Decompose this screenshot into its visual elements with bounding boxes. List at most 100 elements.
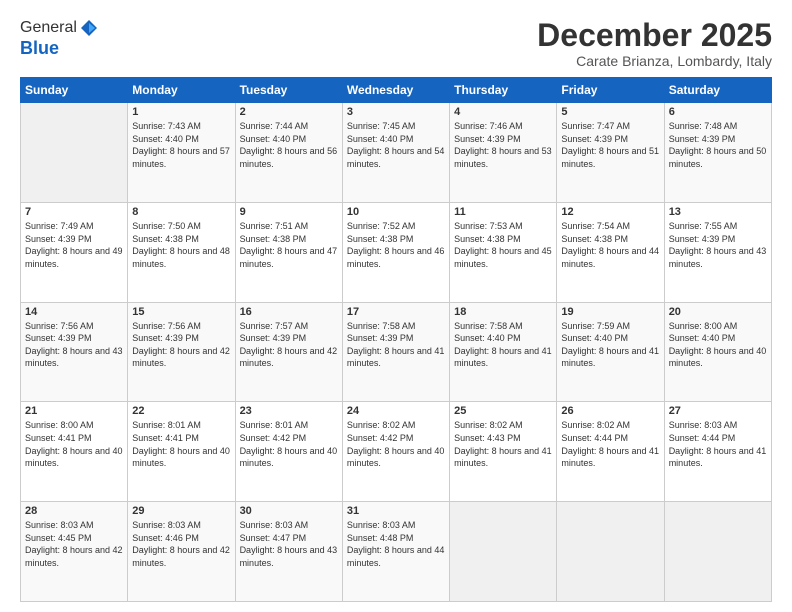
calendar-cell: 4 Sunrise: 7:46 AM Sunset: 4:39 PM Dayli…: [450, 103, 557, 203]
col-header-saturday: Saturday: [664, 78, 771, 103]
day-info: Sunrise: 7:52 AM Sunset: 4:38 PM Dayligh…: [347, 220, 445, 270]
calendar-cell: 3 Sunrise: 7:45 AM Sunset: 4:40 PM Dayli…: [342, 103, 449, 203]
sunset-text: Sunset: 4:45 PM: [25, 533, 92, 543]
sunset-text: Sunset: 4:39 PM: [454, 134, 521, 144]
day-number: 20: [669, 306, 767, 318]
sunrise-text: Sunrise: 8:00 AM: [25, 420, 94, 430]
calendar-cell: 20 Sunrise: 8:00 AM Sunset: 4:40 PM Dayl…: [664, 302, 771, 402]
sunrise-text: Sunrise: 8:03 AM: [669, 420, 738, 430]
day-number: 4: [454, 106, 552, 118]
daylight-text: Daylight: 8 hours and 41 minutes.: [454, 346, 552, 369]
day-number: 9: [240, 206, 338, 218]
logo-icon: [79, 18, 99, 38]
calendar-cell: 26 Sunrise: 8:02 AM Sunset: 4:44 PM Dayl…: [557, 402, 664, 502]
sunset-text: Sunset: 4:39 PM: [25, 234, 92, 244]
daylight-text: Daylight: 8 hours and 50 minutes.: [669, 146, 767, 169]
sunrise-text: Sunrise: 7:44 AM: [240, 121, 309, 131]
sunrise-text: Sunrise: 7:56 AM: [132, 321, 201, 331]
daylight-text: Daylight: 8 hours and 53 minutes.: [454, 146, 552, 169]
daylight-text: Daylight: 8 hours and 43 minutes.: [669, 246, 767, 269]
calendar-cell: [557, 502, 664, 602]
calendar-cell: 30 Sunrise: 8:03 AM Sunset: 4:47 PM Dayl…: [235, 502, 342, 602]
sunrise-text: Sunrise: 7:56 AM: [25, 321, 94, 331]
sunset-text: Sunset: 4:39 PM: [132, 333, 199, 343]
sunrise-text: Sunrise: 7:52 AM: [347, 221, 416, 231]
sunset-text: Sunset: 4:46 PM: [132, 533, 199, 543]
day-info: Sunrise: 8:03 AM Sunset: 4:47 PM Dayligh…: [240, 519, 338, 569]
calendar-cell: [21, 103, 128, 203]
calendar-cell: 9 Sunrise: 7:51 AM Sunset: 4:38 PM Dayli…: [235, 202, 342, 302]
day-number: 19: [561, 306, 659, 318]
day-info: Sunrise: 7:51 AM Sunset: 4:38 PM Dayligh…: [240, 220, 338, 270]
calendar-cell: 16 Sunrise: 7:57 AM Sunset: 4:39 PM Dayl…: [235, 302, 342, 402]
daylight-text: Daylight: 8 hours and 41 minutes.: [669, 446, 767, 469]
day-info: Sunrise: 8:02 AM Sunset: 4:43 PM Dayligh…: [454, 419, 552, 469]
day-number: 22: [132, 405, 230, 417]
col-header-monday: Monday: [128, 78, 235, 103]
calendar-cell: 29 Sunrise: 8:03 AM Sunset: 4:46 PM Dayl…: [128, 502, 235, 602]
sunrise-text: Sunrise: 8:03 AM: [347, 520, 416, 530]
day-info: Sunrise: 7:49 AM Sunset: 4:39 PM Dayligh…: [25, 220, 123, 270]
day-number: 17: [347, 306, 445, 318]
calendar-week-row: 7 Sunrise: 7:49 AM Sunset: 4:39 PM Dayli…: [21, 202, 772, 302]
sunset-text: Sunset: 4:40 PM: [347, 134, 414, 144]
day-info: Sunrise: 8:02 AM Sunset: 4:44 PM Dayligh…: [561, 419, 659, 469]
daylight-text: Daylight: 8 hours and 44 minutes.: [561, 246, 659, 269]
day-number: 27: [669, 405, 767, 417]
daylight-text: Daylight: 8 hours and 40 minutes.: [347, 446, 445, 469]
daylight-text: Daylight: 8 hours and 54 minutes.: [347, 146, 445, 169]
day-number: 28: [25, 505, 123, 517]
sunrise-text: Sunrise: 7:48 AM: [669, 121, 738, 131]
daylight-text: Daylight: 8 hours and 40 minutes.: [669, 346, 767, 369]
sunrise-text: Sunrise: 7:51 AM: [240, 221, 309, 231]
sunrise-text: Sunrise: 7:43 AM: [132, 121, 201, 131]
month-title: December 2025: [537, 18, 772, 53]
day-number: 15: [132, 306, 230, 318]
page: General Blue December 2025 Carate Brianz…: [0, 0, 792, 612]
day-number: 30: [240, 505, 338, 517]
sunrise-text: Sunrise: 7:57 AM: [240, 321, 309, 331]
day-number: 1: [132, 106, 230, 118]
sunrise-text: Sunrise: 8:03 AM: [132, 520, 201, 530]
day-info: Sunrise: 7:46 AM Sunset: 4:39 PM Dayligh…: [454, 120, 552, 170]
daylight-text: Daylight: 8 hours and 48 minutes.: [132, 246, 230, 269]
daylight-text: Daylight: 8 hours and 47 minutes.: [240, 246, 338, 269]
sunset-text: Sunset: 4:41 PM: [132, 433, 199, 443]
daylight-text: Daylight: 8 hours and 51 minutes.: [561, 146, 659, 169]
day-number: 2: [240, 106, 338, 118]
header: General Blue December 2025 Carate Brianz…: [20, 18, 772, 69]
sunset-text: Sunset: 4:39 PM: [25, 333, 92, 343]
sunset-text: Sunset: 4:39 PM: [347, 333, 414, 343]
calendar-table: SundayMondayTuesdayWednesdayThursdayFrid…: [20, 77, 772, 602]
daylight-text: Daylight: 8 hours and 57 minutes.: [132, 146, 230, 169]
daylight-text: Daylight: 8 hours and 43 minutes.: [25, 346, 123, 369]
col-header-thursday: Thursday: [450, 78, 557, 103]
day-info: Sunrise: 7:44 AM Sunset: 4:40 PM Dayligh…: [240, 120, 338, 170]
day-info: Sunrise: 8:01 AM Sunset: 4:42 PM Dayligh…: [240, 419, 338, 469]
sunrise-text: Sunrise: 7:50 AM: [132, 221, 201, 231]
day-info: Sunrise: 7:56 AM Sunset: 4:39 PM Dayligh…: [132, 320, 230, 370]
sunrise-text: Sunrise: 8:02 AM: [347, 420, 416, 430]
daylight-text: Daylight: 8 hours and 41 minutes.: [561, 446, 659, 469]
sunset-text: Sunset: 4:42 PM: [347, 433, 414, 443]
sunrise-text: Sunrise: 8:02 AM: [561, 420, 630, 430]
daylight-text: Daylight: 8 hours and 56 minutes.: [240, 146, 338, 169]
calendar-cell: 2 Sunrise: 7:44 AM Sunset: 4:40 PM Dayli…: [235, 103, 342, 203]
daylight-text: Daylight: 8 hours and 46 minutes.: [347, 246, 445, 269]
day-info: Sunrise: 8:01 AM Sunset: 4:41 PM Dayligh…: [132, 419, 230, 469]
day-number: 25: [454, 405, 552, 417]
sunrise-text: Sunrise: 7:53 AM: [454, 221, 523, 231]
calendar-cell: 10 Sunrise: 7:52 AM Sunset: 4:38 PM Dayl…: [342, 202, 449, 302]
daylight-text: Daylight: 8 hours and 41 minutes.: [561, 346, 659, 369]
day-number: 12: [561, 206, 659, 218]
calendar-cell: 5 Sunrise: 7:47 AM Sunset: 4:39 PM Dayli…: [557, 103, 664, 203]
calendar-cell: 13 Sunrise: 7:55 AM Sunset: 4:39 PM Dayl…: [664, 202, 771, 302]
day-info: Sunrise: 7:58 AM Sunset: 4:39 PM Dayligh…: [347, 320, 445, 370]
calendar-header-row: SundayMondayTuesdayWednesdayThursdayFrid…: [21, 78, 772, 103]
calendar-week-row: 1 Sunrise: 7:43 AM Sunset: 4:40 PM Dayli…: [21, 103, 772, 203]
calendar-cell: 23 Sunrise: 8:01 AM Sunset: 4:42 PM Dayl…: [235, 402, 342, 502]
calendar-cell: 31 Sunrise: 8:03 AM Sunset: 4:48 PM Dayl…: [342, 502, 449, 602]
title-block: December 2025 Carate Brianza, Lombardy, …: [537, 18, 772, 69]
calendar-cell: 21 Sunrise: 8:00 AM Sunset: 4:41 PM Dayl…: [21, 402, 128, 502]
day-info: Sunrise: 7:47 AM Sunset: 4:39 PM Dayligh…: [561, 120, 659, 170]
